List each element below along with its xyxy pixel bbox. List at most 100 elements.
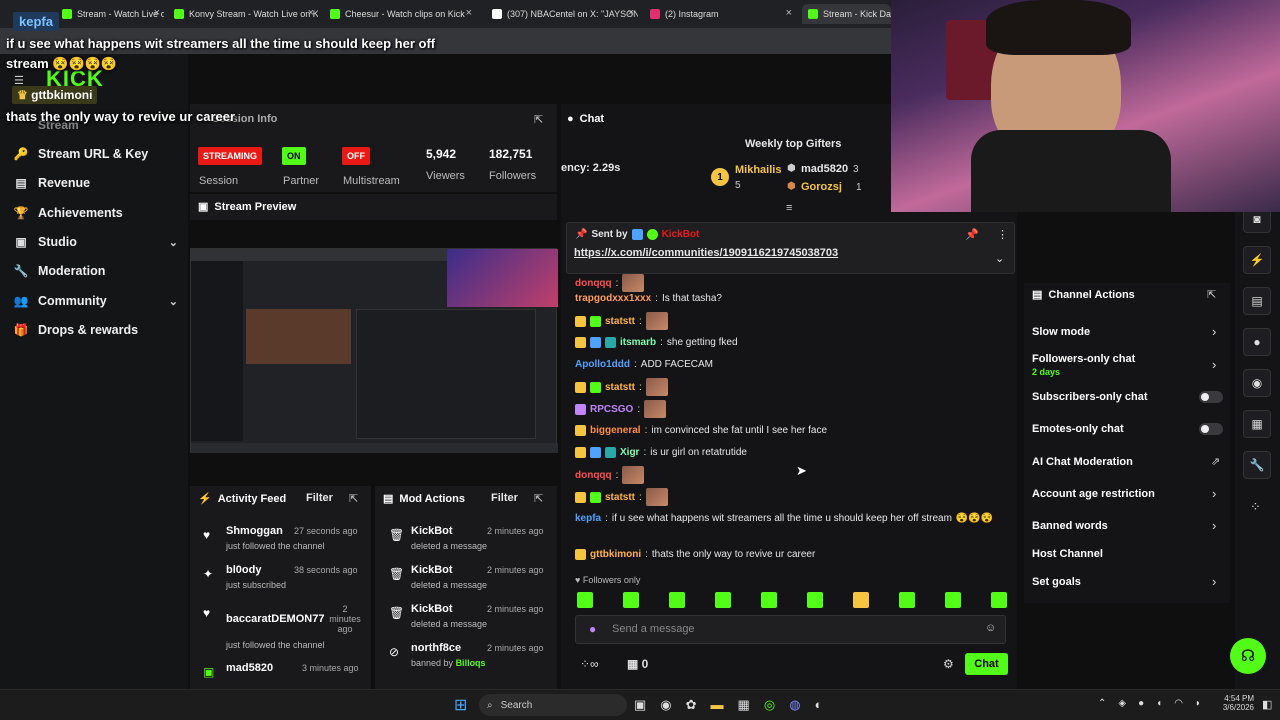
chevron-down-icon[interactable]: ⌄	[169, 236, 178, 249]
host-channel[interactable]: Host Channel	[1032, 548, 1103, 560]
rail-broadcast-icon[interactable]: ◉	[1243, 369, 1271, 397]
emote-icon[interactable]	[899, 592, 915, 608]
gifter-name[interactable]: Mikhailis	[735, 164, 781, 176]
feed-name[interactable]: baccaratDEMON77	[226, 613, 324, 625]
chevron-right-icon[interactable]: ›	[1212, 357, 1216, 372]
chevron-down-icon[interactable]: ⌄	[995, 252, 1004, 265]
volume-icon[interactable]: ◖	[1156, 698, 1162, 709]
send-chat-button[interactable]: Chat	[965, 653, 1008, 675]
subscribers-only-toggle[interactable]	[1199, 391, 1223, 403]
more-icon[interactable]: ⋮	[997, 228, 1008, 241]
sidebar-item-drops[interactable]: 🎁 Drops & rewards	[14, 323, 178, 337]
browser-tab[interactable]: (307) NBACentel on X: "JAYSON ×	[486, 4, 638, 24]
tray-app-icon[interactable]: ◈	[1118, 698, 1126, 709]
emote-icon[interactable]	[577, 592, 593, 608]
app-icon[interactable]: ◉	[660, 697, 671, 713]
browser-tab-active[interactable]: Stream - Kick Dashb	[802, 4, 891, 24]
browser-tab[interactable]: Konvy Stream - Watch Live on K ×	[168, 4, 318, 24]
popout-icon[interactable]: ⇱	[534, 113, 543, 126]
steam-icon[interactable]: ◐	[815, 697, 823, 713]
close-tab-icon[interactable]: ×	[628, 7, 634, 19]
collapse-icon[interactable]: ≡	[786, 202, 792, 214]
mic-icon[interactable]: ●	[589, 622, 596, 636]
chat-settings-icon[interactable]: ⚙	[943, 657, 954, 671]
mod-name[interactable]: KickBot	[411, 564, 453, 576]
external-link-icon[interactable]: ⇗	[1211, 455, 1220, 468]
feed-name[interactable]: mad5820	[226, 662, 273, 674]
emote-icon[interactable]	[761, 592, 777, 608]
mod-name[interactable]: northf8ce	[411, 642, 461, 654]
pinned-link[interactable]: https://x.com/i/communities/190911621974…	[574, 247, 838, 259]
browser-tab[interactable]: Stream - Watch Live on ×	[56, 4, 164, 24]
speaker-icon[interactable]: ◗	[1195, 698, 1201, 709]
chevron-up-icon[interactable]: ⌃	[1098, 698, 1106, 709]
emote-icon[interactable]	[853, 592, 869, 608]
taskbar-search[interactable]: ⌕ Search	[479, 694, 627, 716]
emote-icon[interactable]	[669, 592, 685, 608]
sidebar-item-stream-url[interactable]: 🔑 Stream URL & Key	[14, 147, 178, 161]
banned-words[interactable]: Banned words	[1032, 520, 1108, 532]
file-explorer-icon[interactable]: ▬	[711, 697, 724, 713]
rail-wrench-icon[interactable]: 🔧	[1243, 451, 1271, 479]
rail-chat-icon[interactable]: ●	[1243, 328, 1271, 356]
copilot-icon[interactable]: ✿	[686, 697, 697, 713]
chevron-right-icon[interactable]: ›	[1212, 324, 1216, 339]
emote-icon[interactable]	[623, 592, 639, 608]
rail-apps-icon[interactable]: ⁘	[1250, 499, 1261, 515]
mic-icon[interactable]: ●	[1138, 698, 1144, 709]
emote-icon[interactable]	[991, 592, 1007, 608]
clock[interactable]: 4:54 PM 3/6/2026	[1214, 694, 1254, 712]
sidebar-item-moderation[interactable]: 🔧 Moderation	[14, 264, 178, 278]
rail-document-icon[interactable]: ▤	[1243, 287, 1271, 315]
sidebar-item-studio[interactable]: ▣ Studio ⌄	[14, 235, 178, 249]
popout-icon[interactable]: ⇱	[349, 492, 358, 505]
followers-only-chat[interactable]: Followers-only chat	[1032, 353, 1135, 365]
emote-icon[interactable]	[807, 592, 823, 608]
discord-icon[interactable]: ◍	[789, 697, 800, 713]
rail-bolt-icon[interactable]: ⚡	[1243, 246, 1271, 274]
notification-icon[interactable]: ◧	[1262, 698, 1272, 711]
emotes-only-toggle[interactable]	[1199, 423, 1223, 435]
set-goals[interactable]: Set goals	[1032, 576, 1081, 588]
rail-list-icon[interactable]: ▦	[1243, 410, 1271, 438]
close-tab-icon[interactable]: ×	[308, 7, 314, 19]
emote-icon[interactable]	[945, 592, 961, 608]
sidebar-item-community[interactable]: 👥 Community ⌄	[14, 294, 178, 308]
browser-tab[interactable]: Cheesur - Watch clips on Kick ×	[324, 4, 476, 24]
app-icon[interactable]: ▦	[738, 697, 750, 713]
sidebar-item-achievements[interactable]: 🏆 Achievements	[14, 206, 178, 220]
chevron-right-icon[interactable]: ›	[1212, 574, 1216, 589]
store-icon[interactable]: ▦ 0	[627, 657, 648, 671]
points-icon[interactable]: ⁘∞	[580, 657, 599, 671]
stream-preview-video[interactable]	[190, 248, 558, 453]
mod-name[interactable]: KickBot	[411, 603, 453, 615]
gifter-name[interactable]: mad5820	[801, 163, 848, 175]
popout-icon[interactable]: ⇱	[1207, 288, 1216, 301]
task-view-icon[interactable]: ▣	[634, 697, 646, 713]
emote-icon[interactable]	[715, 592, 731, 608]
slow-mode[interactable]: Slow mode	[1032, 326, 1090, 338]
emoji-picker-icon[interactable]: ☺	[985, 622, 996, 634]
ai-chat-moderation[interactable]: AI Chat Moderation	[1032, 456, 1133, 468]
unpin-icon[interactable]: 📌	[965, 228, 979, 241]
gifter-name[interactable]: Gorozsj	[801, 181, 842, 193]
mod-name[interactable]: KickBot	[411, 525, 453, 537]
wifi-icon[interactable]: ◠	[1174, 698, 1183, 709]
chevron-down-icon[interactable]: ⌄	[169, 295, 178, 308]
feed-name[interactable]: bl0ody	[226, 564, 261, 576]
browser-tab[interactable]: (2) Instagram ×	[644, 4, 796, 24]
mod-filter-button[interactable]: Filter	[491, 492, 518, 504]
support-chat-button[interactable]: ☊	[1230, 638, 1266, 674]
close-tab-icon[interactable]: ×	[154, 7, 160, 19]
sidebar-item-revenue[interactable]: ▤ Revenue	[14, 176, 178, 190]
activity-filter-button[interactable]: Filter	[306, 492, 333, 504]
close-tab-icon[interactable]: ×	[786, 7, 792, 19]
popout-icon[interactable]: ⇱	[534, 492, 543, 505]
windows-start-icon[interactable]: ⊞	[454, 695, 467, 715]
chrome-icon[interactable]: ◎	[764, 697, 775, 713]
chevron-right-icon[interactable]: ›	[1212, 486, 1216, 501]
feed-name[interactable]: Shmoggan	[226, 525, 283, 537]
chevron-right-icon[interactable]: ›	[1212, 518, 1216, 533]
account-age-restriction[interactable]: Account age restriction	[1032, 488, 1155, 500]
close-tab-icon[interactable]: ×	[466, 7, 472, 19]
